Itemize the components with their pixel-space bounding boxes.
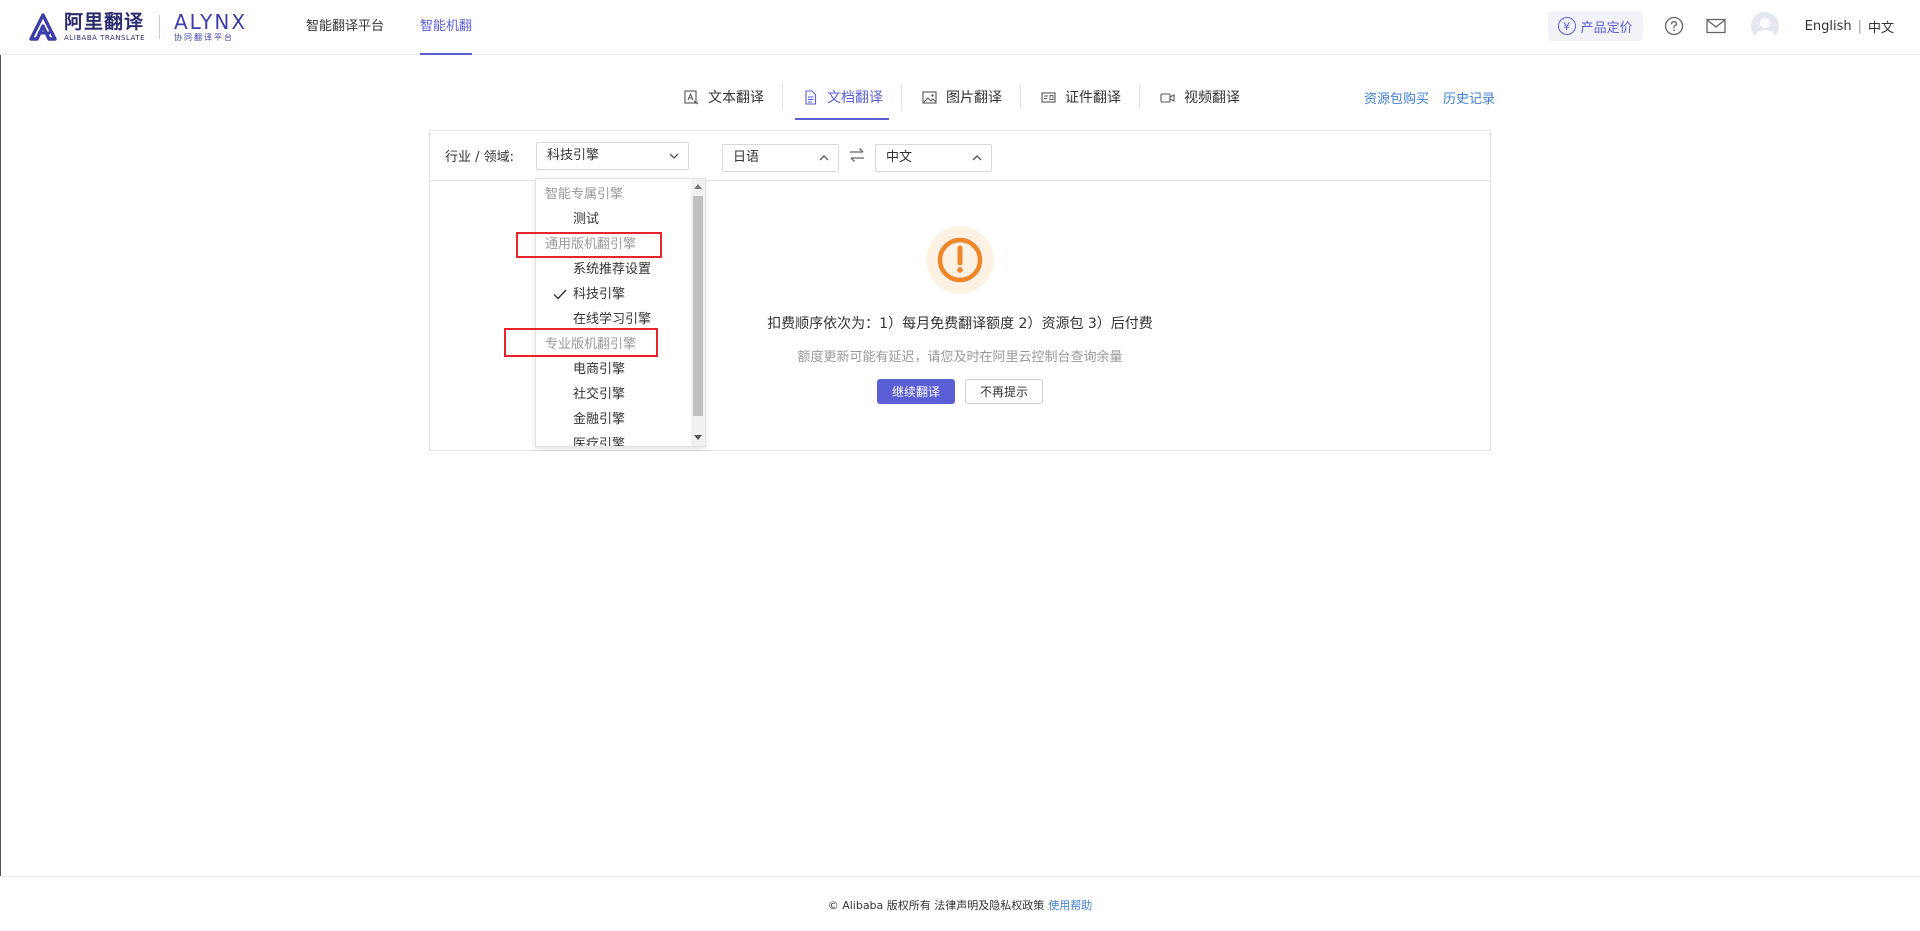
tab-video-translate[interactable]: 视频翻译 [1146,80,1252,114]
dropdown-option[interactable]: 金融引擎 [536,407,691,432]
tab-separator [1020,84,1021,110]
history-link[interactable]: 历史记录 [1443,88,1495,107]
target-language-select[interactable]: 中文 [875,144,992,172]
document-icon [805,89,817,105]
user-avatar[interactable] [1750,12,1779,40]
tab-document-translate[interactable]: 文档翻译 [789,80,895,120]
tab-links: 资源包购买 历史记录 [1364,88,1509,107]
language-switch: English | 中文 [1805,17,1894,36]
chevron-up-icon [819,155,829,161]
chevron-up-icon [972,155,982,161]
domain-select-value: 科技引擎 [547,148,600,163]
domain-dropdown-menu: 智能专属引擎 测试 通用版机翻引擎 系统推荐设置 科技引擎 在线学习引擎 专业版… [535,178,706,447]
tab-label: 证件翻译 [1065,90,1121,106]
pricing-label: 产品定价 [1580,20,1633,36]
logo-chinese-name: 阿里翻译 [64,10,145,33]
dropdown-option[interactable]: 系统推荐设置 [536,257,691,282]
tab-id-card-translate[interactable]: 证件翻译 [1027,80,1133,114]
dont-show-again-button[interactable]: 不再提示 [965,379,1043,404]
help-link[interactable]: 使用帮助 [1048,899,1092,912]
highlight-annotation-box [504,328,658,357]
panel-toolbar: 行业 / 领域: 科技引擎 日语 中文 [430,131,1490,181]
scroll-up-arrow-icon[interactable] [694,184,702,189]
page-footer: © Alibaba 版权所有 法律声明及隐私权政策 使用帮助 [0,876,1920,931]
dropdown-option[interactable]: 测试 [536,207,691,232]
logo-divider [159,15,160,39]
video-icon [1160,92,1175,103]
tab-label: 文档翻译 [827,90,883,106]
alynx-title: ALYNX [174,10,248,34]
dropdown-option[interactable]: 电商引擎 [536,357,691,382]
tab-image-translate[interactable]: 图片翻译 [908,80,1014,114]
tab-separator [901,84,902,110]
header-actions: ¥ 产品定价 English | 中文 [1547,10,1894,42]
scrollbar-thumb[interactable] [693,196,703,416]
dropdown-option-label: 科技引擎 [573,287,626,302]
help-icon[interactable] [1663,15,1685,37]
tab-label: 视频翻译 [1184,90,1240,106]
top-nav-translation-platform[interactable]: 智能翻译平台 [306,0,384,55]
domain-select[interactable]: 科技引擎 [536,142,689,170]
billing-order-notice: 扣费顺序依次为：1）每月免费翻译额度 2）资源包 3）后付费 [767,316,1153,332]
lang-chinese-option[interactable]: 中文 [1868,17,1894,36]
tab-text-translate[interactable]: 文本翻译 [670,80,776,114]
resource-package-purchase-link[interactable]: 资源包购买 [1364,88,1429,107]
image-icon [922,90,937,104]
source-language-select[interactable]: 日语 [722,144,839,172]
window-edge [0,0,1,931]
top-header: 阿里翻译 ALIBABA TRANSLATE ALYNX 协同翻译平台 智能翻译… [0,0,1920,55]
chevron-down-icon [669,153,679,159]
swap-languages-icon[interactable] [848,147,866,163]
top-nav-machine-translation[interactable]: 智能机翻 [420,0,473,55]
tab-separator [1139,84,1140,110]
tab-label: 图片翻译 [946,90,1002,106]
translation-type-tabs: 文本翻译 文档翻译 图片翻译 证件翻译 视频翻译 [670,80,1252,120]
dropdown-option[interactable]: 社交引擎 [536,382,691,407]
alibaba-translate-logo-icon [29,13,57,41]
mail-icon[interactable] [1705,15,1727,37]
text-translate-icon [684,89,699,104]
scroll-down-arrow-icon[interactable] [694,435,702,440]
dropdown-option-selected[interactable]: 科技引擎 [536,282,691,307]
highlight-annotation-box [516,232,662,258]
brand-logo[interactable]: 阿里翻译 ALIBABA TRANSLATE ALYNX 协同翻译平台 [28,10,247,44]
checkmark-icon [553,289,567,300]
footer-copyright: © Alibaba 版权所有 法律声明及隐私权政策 [827,899,1045,912]
pricing-button[interactable]: ¥ 产品定价 [1547,11,1643,41]
continue-translate-button[interactable]: 继续翻译 [877,379,955,404]
warning-icon [926,226,994,294]
tab-separator [782,84,783,110]
dropdown-scrollbar[interactable] [691,179,705,446]
tab-label: 文本翻译 [708,90,764,106]
top-nav: 智能翻译平台 智能机翻 [306,0,508,55]
logo-english-name: ALIBABA TRANSLATE [64,33,145,42]
quota-delay-notice: 额度更新可能有延迟，请您及时在阿里云控制台查询余量 [797,350,1123,365]
domain-label: 行业 / 领域: [445,150,515,165]
footer-text: © Alibaba 版权所有 法律声明及隐私权政策 使用帮助 [0,897,1920,913]
dropdown-group-header: 智能专属引擎 [545,187,624,202]
alynx-logo: ALYNX 协同翻译平台 [174,12,247,42]
alynx-subtitle: 协同翻译平台 [174,33,234,42]
dropdown-option[interactable]: 医疗引擎 [536,432,691,446]
id-card-icon [1041,91,1056,103]
logo-text: 阿里翻译 ALIBABA TRANSLATE [64,10,145,42]
lang-english-option[interactable]: English [1805,19,1852,34]
target-language-value: 中文 [886,150,913,165]
source-language-value: 日语 [733,150,760,165]
lang-separator: | [1857,18,1862,34]
yen-icon: ¥ [1557,17,1576,35]
